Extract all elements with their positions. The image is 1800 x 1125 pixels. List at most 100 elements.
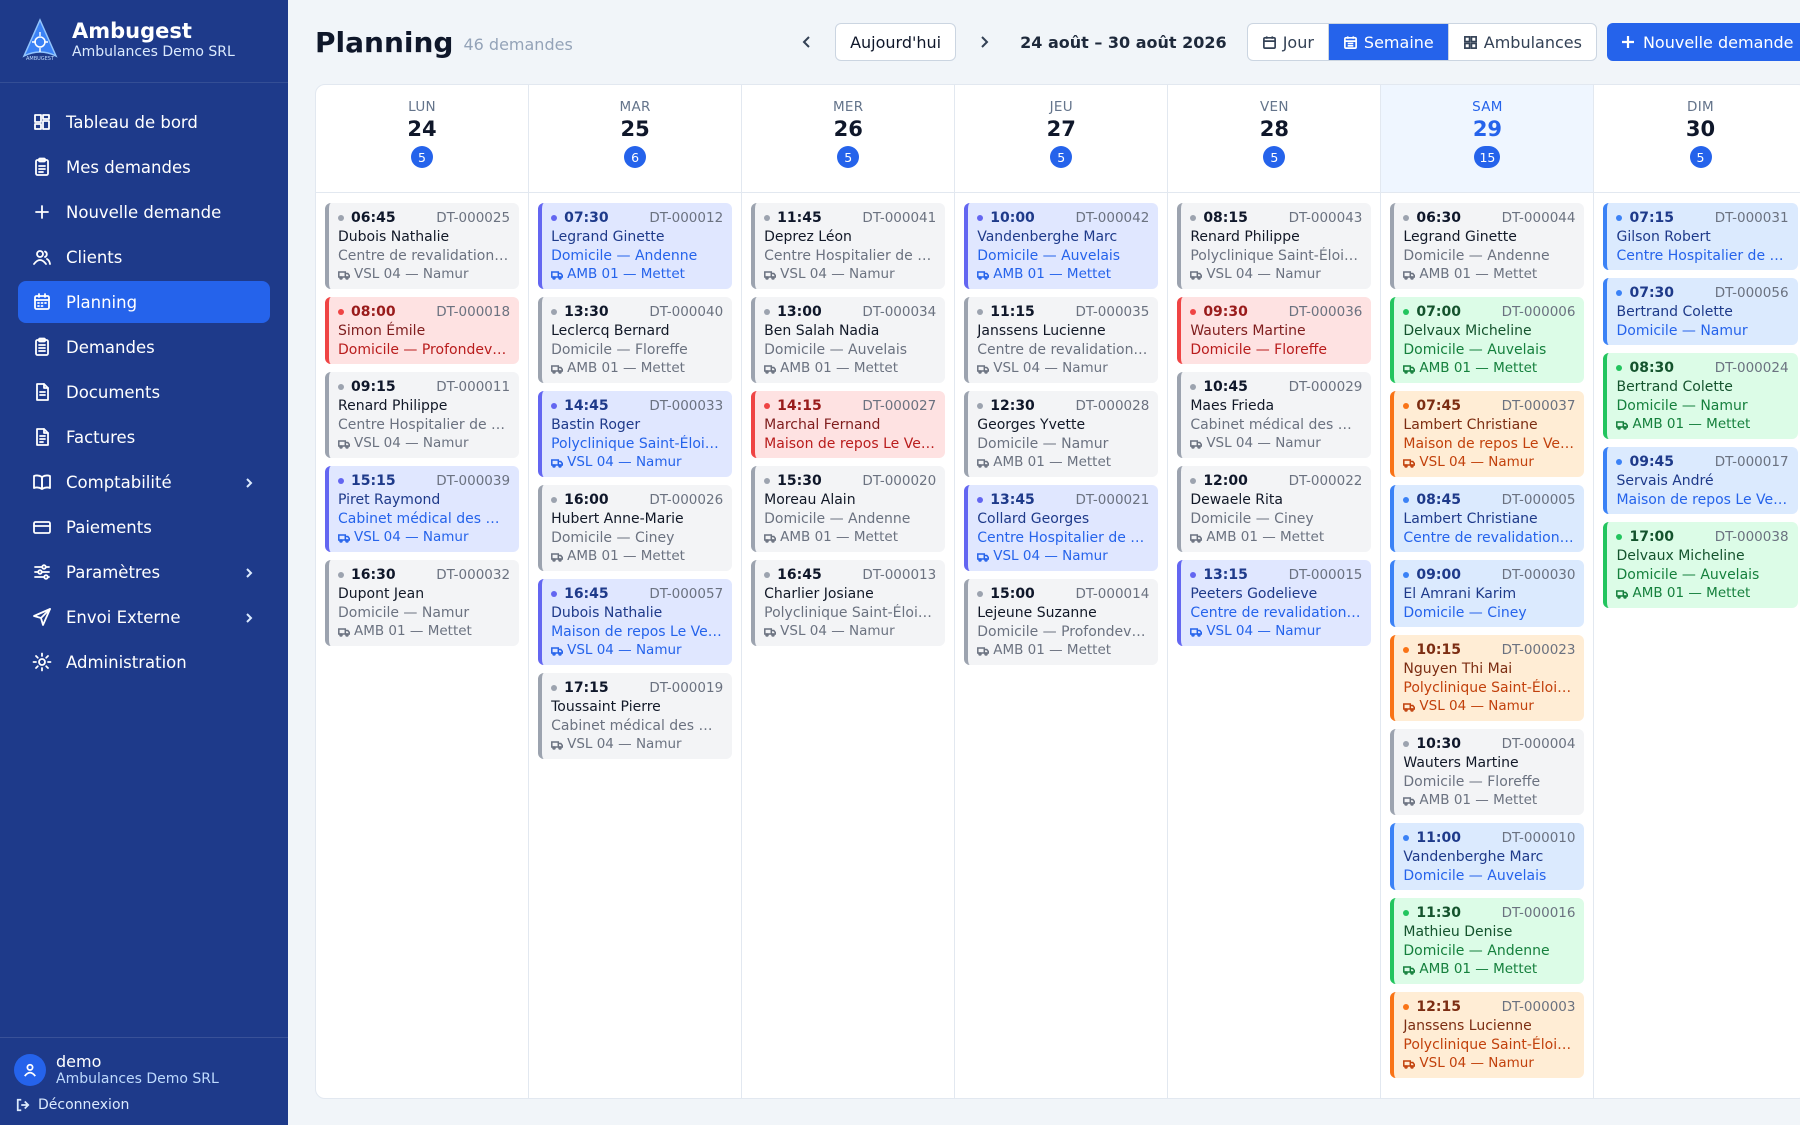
card-header: 17:15 DT-000019	[551, 679, 723, 697]
card-time: 16:30	[351, 567, 396, 583]
day-column: MER 26 5 11:45 DT-000041 Deprez Léon Centre Ho…	[742, 85, 956, 1098]
card-header: 12:15 DT-000003	[1403, 998, 1575, 1016]
request-card[interactable]: 09:00 DT-000030 El Amrani Karim Domicile — …	[1390, 560, 1585, 627]
patient-name: Delvaux Micheline	[1403, 323, 1532, 339]
view-semaine-button[interactable]: Semaine	[1328, 24, 1449, 60]
patient-name: Renard Philippe	[338, 398, 448, 414]
request-card[interactable]: 13:30 DT-000040 Leclercq Bernard Domicile —…	[538, 297, 733, 383]
view-jour-button[interactable]: Jour	[1248, 24, 1329, 60]
sidebar-item-comptabilite[interactable]: Comptabilité	[18, 461, 270, 503]
request-card[interactable]: 14:15 DT-000027 Marchal Fernand Maison de r…	[751, 391, 946, 458]
day-header[interactable]: DIM 30 5	[1594, 85, 1800, 193]
day-header[interactable]: LUN 24 5	[316, 85, 529, 193]
sidebar-item-parametres[interactable]: Paramètres	[18, 551, 270, 593]
request-card[interactable]: 08:00 DT-000018 Simon Émile Domicile — Prof…	[325, 297, 520, 364]
logout-icon	[16, 1098, 30, 1112]
sidebar-item-paiements[interactable]: Paiements	[18, 506, 270, 548]
day-header[interactable]: MER 26 5	[742, 85, 955, 193]
request-card[interactable]: 13:45 DT-000021 Collard Georges Centre Hosp…	[964, 485, 1159, 571]
status-dot-icon	[1403, 215, 1410, 221]
request-card[interactable]: 10:30 DT-000004 Wauters Martine Domicile — …	[1390, 729, 1585, 815]
request-card[interactable]: 06:45 DT-000025 Dubois Nathalie Centre de r…	[325, 203, 520, 289]
vehicle-label: AMB 01 — Mettet	[567, 360, 685, 376]
request-card[interactable]: 10:15 DT-000023 Nguyen Thi Mai Polyclinique…	[1390, 635, 1585, 721]
card-time: 10:15	[1416, 642, 1461, 658]
new-request-button[interactable]: Nouvelle demande	[1606, 23, 1800, 61]
vehicle-label: VSL 04 — Namur	[993, 360, 1108, 376]
sidebar-item-demandes[interactable]: Demandes	[18, 326, 270, 368]
sidebar-item-documents[interactable]: Documents	[18, 371, 270, 413]
request-card[interactable]: 15:15 DT-000039 Piret Raymond Cabinet médic…	[325, 466, 520, 552]
request-card[interactable]: 13:00 DT-000034 Ben Salah Nadia Domicile — …	[751, 297, 946, 383]
request-card[interactable]: 16:00 DT-000026 Hubert Anne-Marie Domicile …	[538, 485, 733, 571]
request-card[interactable]: 17:15 DT-000019 Toussaint Pierre Cabinet mé…	[538, 673, 733, 759]
sidebar-item-tableau-de-bord[interactable]: Tableau de bord	[18, 101, 270, 143]
request-card[interactable]: 17:00 DT-000038 Delvaux Micheline Domicile …	[1603, 522, 1798, 608]
request-card[interactable]: 11:15 DT-000035 Janssens Lucienne Centre de…	[964, 297, 1159, 383]
logout-link[interactable]: Déconnexion	[14, 1097, 274, 1113]
request-card[interactable]: 16:45 DT-000013 Charlier Josiane Polycliniq…	[751, 560, 946, 646]
request-card[interactable]: 07:45 DT-000037 Lambert Christiane Maison d…	[1390, 391, 1585, 477]
card-header: 16:30 DT-000032	[338, 566, 510, 584]
request-card[interactable]: 08:15 DT-000043 Renard Philippe Polycliniqu…	[1177, 203, 1372, 289]
status-dot-icon	[977, 403, 984, 409]
request-card[interactable]: 07:30 DT-000056 Bertrand Colette Domicile —…	[1603, 278, 1798, 345]
status-dot-icon	[1403, 647, 1410, 653]
request-card[interactable]: 11:30 DT-000016 Mathieu Denise Domicile — A…	[1390, 898, 1585, 984]
request-card[interactable]: 08:45 DT-000005 Lambert Christiane Centre d…	[1390, 485, 1585, 552]
sidebar-item-planning[interactable]: Planning	[18, 281, 270, 323]
sidebar-item-mes-demandes[interactable]: Mes demandes	[18, 146, 270, 188]
status-dot-icon	[338, 215, 344, 221]
request-card[interactable]: 13:15 DT-000015 Peeters Godelieve Centre de…	[1177, 560, 1372, 646]
request-card[interactable]: 06:30 DT-000044 Legrand Ginette Domicile — …	[1390, 203, 1585, 289]
request-card[interactable]: 16:45 DT-000057 Dubois Nathalie Maison de r…	[538, 579, 733, 665]
card-time: 11:15	[990, 304, 1035, 320]
day-header[interactable]: JEU 27 5	[955, 85, 1168, 193]
pickup-location: Domicile — Auvelais	[1403, 342, 1547, 358]
prev-week-button[interactable]	[793, 28, 821, 56]
day-header[interactable]: VEN 28 5	[1168, 85, 1381, 193]
request-card[interactable]: 07:30 DT-000012 Legrand Ginette Domicile — …	[538, 203, 733, 289]
pickup-location: Centre de revalidation…	[1190, 605, 1361, 621]
day-header[interactable]: MAR 25 6	[529, 85, 742, 193]
request-card[interactable]: 10:45 DT-000029 Maes Frieda Cabinet médical…	[1177, 372, 1372, 458]
status-dot-icon	[1190, 572, 1197, 578]
sidebar-item-clients[interactable]: Clients	[18, 236, 270, 278]
day-number: 25	[620, 117, 650, 141]
request-card[interactable]: 08:30 DT-000024 Bertrand Colette Domicile —…	[1603, 353, 1798, 439]
day-body: 10:00 DT-000042 Vandenberghe Marc Domicile …	[955, 193, 1167, 1098]
request-card[interactable]: 11:00 DT-000010 Vandenberghe Marc Domicile …	[1390, 823, 1585, 890]
request-card[interactable]: 07:15 DT-000031 Gilson Robert Centre Hospit…	[1603, 203, 1798, 270]
ambulance-icon	[1616, 589, 1629, 599]
request-card[interactable]: 09:45 DT-000017 Servais André Maison de rep…	[1603, 447, 1798, 514]
request-card[interactable]: 12:00 DT-000022 Dewaele Rita Domicile — Cin…	[1177, 466, 1372, 552]
request-card[interactable]: 09:30 DT-000036 Wauters Martine Domicile — …	[1177, 297, 1372, 364]
request-card[interactable]: 09:15 DT-000011 Renard Philippe Centre Hosp…	[325, 372, 520, 458]
sidebar-item-nouvelle-demande[interactable]: Nouvelle demande	[18, 191, 270, 233]
request-card[interactable]: 14:45 DT-000033 Bastin Roger Polyclinique S…	[538, 391, 733, 477]
view-ambulances-button[interactable]: Ambulances	[1449, 24, 1596, 60]
patient-name: Janssens Lucienne	[1403, 1018, 1532, 1034]
sidebar-item-envoi-externe[interactable]: Envoi Externe	[18, 596, 270, 638]
request-card[interactable]: 07:00 DT-000006 Delvaux Micheline Domicile …	[1390, 297, 1585, 383]
sidebar-item-factures[interactable]: Factures	[18, 416, 270, 458]
request-card[interactable]: 15:00 DT-000014 Lejeune Suzanne Domicile — …	[964, 579, 1159, 665]
pickup-location: Polyclinique Saint-Éloi …	[1190, 248, 1363, 264]
request-card[interactable]: 11:45 DT-000041 Deprez Léon Centre Hospital…	[751, 203, 946, 289]
new-request-label: Nouvelle demande	[1642, 32, 1794, 52]
clipboard-list-icon	[32, 337, 52, 357]
card-id: DT-000019	[649, 680, 724, 696]
request-card[interactable]: 12:30 DT-000028 Georges Yvette Domicile — N…	[964, 391, 1159, 477]
request-card[interactable]: 12:15 DT-000003 Janssens Lucienne Polyclini…	[1390, 992, 1585, 1078]
request-card[interactable]: 16:30 DT-000032 Dupont Jean Domicile — Namu…	[325, 560, 520, 646]
status-dot-icon	[338, 309, 344, 315]
vehicle-assignment: VSL 04 — Namur	[764, 622, 936, 641]
topbar: Planning 46 demandes Aujourd'hui 24 août…	[315, 0, 1800, 84]
brand[interactable]: AMBUGEST Ambugest Ambulances Demo SRL	[0, 0, 288, 83]
request-card[interactable]: 15:30 DT-000020 Moreau Alain Domicile — And…	[751, 466, 946, 552]
request-card[interactable]: 10:00 DT-000042 Vandenberghe Marc Domicile …	[964, 203, 1159, 289]
next-week-button[interactable]	[970, 28, 998, 56]
today-button[interactable]: Aujourd'hui	[835, 23, 957, 61]
day-header[interactable]: SAM 29 15	[1381, 85, 1594, 193]
sidebar-item-administration[interactable]: Administration	[18, 641, 270, 683]
